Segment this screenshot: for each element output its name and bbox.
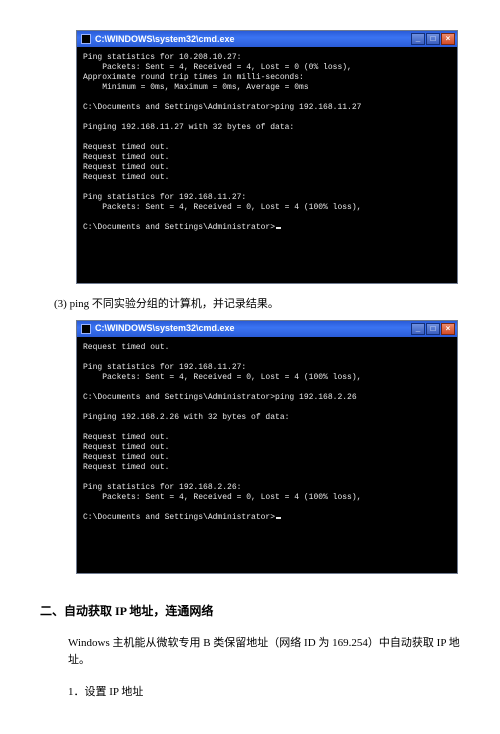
maximize-button[interactable]: □ <box>426 33 440 45</box>
cmd-icon <box>81 34 91 44</box>
cmd-window-1: C:\WINDOWS\system32\cmd.exe _ □ × Ping s… <box>76 30 458 284</box>
close-button[interactable]: × <box>441 33 455 45</box>
minimize-button[interactable]: _ <box>411 33 425 45</box>
cmd-titlebar-1: C:\WINDOWS\system32\cmd.exe _ □ × <box>77 31 457 47</box>
minimize-button[interactable]: _ <box>411 323 425 335</box>
cmd-window-buttons: _ □ × <box>411 33 455 45</box>
cmd-window-buttons: _ □ × <box>411 323 455 335</box>
cursor-icon <box>276 517 281 519</box>
cmd-output-2: Request timed out. Ping statistics for 1… <box>77 337 457 573</box>
close-button[interactable]: × <box>441 323 455 335</box>
body-paragraph: Windows 主机能从微软专用 B 类保留地址（网络 ID 为 169.254… <box>68 635 478 670</box>
cmd-titlebar-2: C:\WINDOWS\system32\cmd.exe _ □ × <box>77 321 457 337</box>
maximize-button[interactable]: □ <box>426 323 440 335</box>
cmd-output-1: Ping statistics for 10.208.10.27: Packet… <box>77 47 457 283</box>
cmd-icon <box>81 324 91 334</box>
cmd-window-2: C:\WINDOWS\system32\cmd.exe _ □ × Reques… <box>76 320 458 574</box>
section-heading-2: 二、自动获取 IP 地址，连通网络 <box>40 602 478 621</box>
cursor-icon <box>276 227 281 229</box>
cmd-output-text-1: Ping statistics for 10.208.10.27: Packet… <box>83 53 361 232</box>
document-page: C:\WINDOWS\system32\cmd.exe _ □ × Ping s… <box>0 0 500 734</box>
cmd-title-1: C:\WINDOWS\system32\cmd.exe <box>95 32 407 46</box>
caption-3: (3) ping 不同实验分组的计算机，并记录结果。 <box>54 296 478 314</box>
cmd-title-2: C:\WINDOWS\system32\cmd.exe <box>95 321 407 335</box>
step-1: 1．设置 IP 地址 <box>68 684 478 702</box>
cmd-output-text-2: Request timed out. Ping statistics for 1… <box>83 343 361 522</box>
